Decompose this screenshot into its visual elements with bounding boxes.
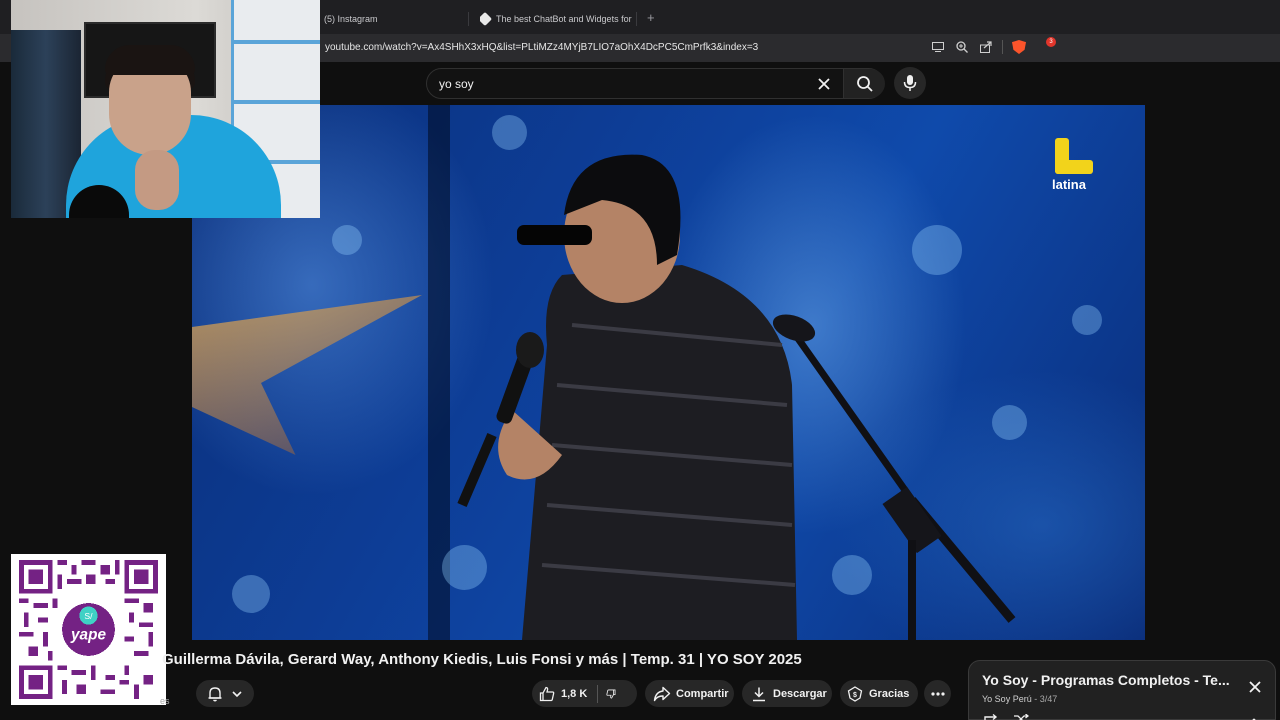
divider (1002, 40, 1003, 54)
brave-shields-icon[interactable] (1011, 39, 1027, 55)
channel-logo: latina (1050, 135, 1100, 195)
thanks-button[interactable]: $ Gracias (840, 680, 918, 707)
tab-label: The best ChatBot and Widgets for K (496, 14, 632, 24)
tab-separator (468, 12, 469, 26)
address-bar-icons: 3 (930, 37, 1056, 55)
tab-label: (5) Instagram (324, 14, 378, 24)
bokeh-light (1072, 305, 1102, 335)
brave-rewards-icon[interactable]: 3 (1035, 37, 1056, 55)
video-player[interactable]: latina (192, 105, 1145, 640)
loop-icon[interactable] (983, 711, 999, 720)
qr-caption: yape (70, 627, 106, 644)
stage-decoration (192, 295, 422, 455)
subscriber-count: es (160, 696, 170, 706)
thumbs-down-icon (606, 689, 616, 698)
tab-chatbot[interactable]: The best ChatBot and Widgets for K (480, 8, 632, 30)
bokeh-light (912, 225, 962, 275)
playlist-panel: Yo Soy - Programas Completos - Te... Yo … (968, 660, 1276, 720)
dislike-button[interactable] (598, 685, 616, 703)
search-button[interactable] (843, 69, 885, 98)
bokeh-light (232, 575, 270, 613)
search-input[interactable]: yo soy (439, 77, 474, 91)
zoom-icon[interactable] (954, 39, 970, 55)
latina-logo-text: latina (1052, 177, 1086, 192)
new-tab-button[interactable]: + (647, 11, 655, 24)
tab-separator (636, 12, 637, 26)
search-icon (856, 75, 873, 92)
super-thanks-icon: $ (846, 685, 864, 703)
singer-figure (457, 154, 797, 640)
clear-search-icon[interactable] (815, 75, 833, 93)
thumbs-up-icon (538, 685, 556, 703)
search-box[interactable]: yo soy (426, 68, 885, 99)
share-button[interactable]: Compartir (645, 680, 734, 707)
playlist-title[interactable]: Yo Soy - Programas Completos - Te... (982, 672, 1232, 688)
webcam-person-hand (135, 150, 179, 210)
playlist-channel[interactable]: Yo Soy Perú (982, 694, 1032, 704)
playlist-meta: Yo Soy Perú - 3/47 (982, 694, 1058, 704)
like-count: 1,8 K (561, 687, 588, 700)
more-actions-button[interactable] (924, 680, 951, 707)
qr-currency: S/ (84, 611, 93, 621)
download-button[interactable]: Descargar (742, 680, 832, 707)
close-playlist-icon[interactable] (1247, 679, 1263, 695)
chatbot-favicon-icon (480, 11, 493, 27)
rewards-badge: 3 (1046, 37, 1056, 47)
webcam-person-fringe (105, 45, 195, 75)
bokeh-light (332, 225, 362, 255)
thanks-label: Gracias (869, 687, 910, 700)
download-icon (750, 685, 768, 703)
mic-stand (772, 314, 1016, 640)
share-arrow-icon (653, 685, 671, 703)
more-horizontal-icon (930, 691, 945, 696)
svg-text:$: $ (853, 692, 857, 699)
share-page-icon[interactable] (978, 39, 994, 55)
video-title: Guillerma Dávila, Gerard Way, Anthony Ki… (162, 651, 802, 668)
install-app-icon[interactable] (930, 39, 946, 55)
microphone-icon (903, 75, 917, 91)
tab-instagram[interactable]: (5) Instagram (324, 8, 464, 30)
yape-qr-code: S/ yape (11, 554, 166, 705)
latina-logo-bar (1055, 160, 1093, 174)
like-button[interactable]: 1,8 K (538, 684, 599, 703)
like-dislike-group: 1,8 K (532, 680, 637, 707)
playlist-menu-icon[interactable] (1252, 713, 1256, 720)
bell-icon (206, 685, 224, 703)
webcam-overlay (11, 0, 320, 218)
qr-code-image: S/ yape (19, 560, 158, 699)
chevron-down-icon (228, 685, 246, 703)
playlist-position: 3/47 (1039, 694, 1058, 704)
voice-search-button[interactable] (894, 67, 926, 99)
notification-bell-button[interactable] (196, 680, 254, 707)
url-field[interactable]: youtube.com/watch?v=Ax4SHhX3xHQ&list=PLt… (325, 42, 758, 53)
share-label: Compartir (676, 687, 729, 700)
download-label: Descargar (773, 687, 827, 700)
shuffle-icon[interactable] (1013, 711, 1030, 720)
